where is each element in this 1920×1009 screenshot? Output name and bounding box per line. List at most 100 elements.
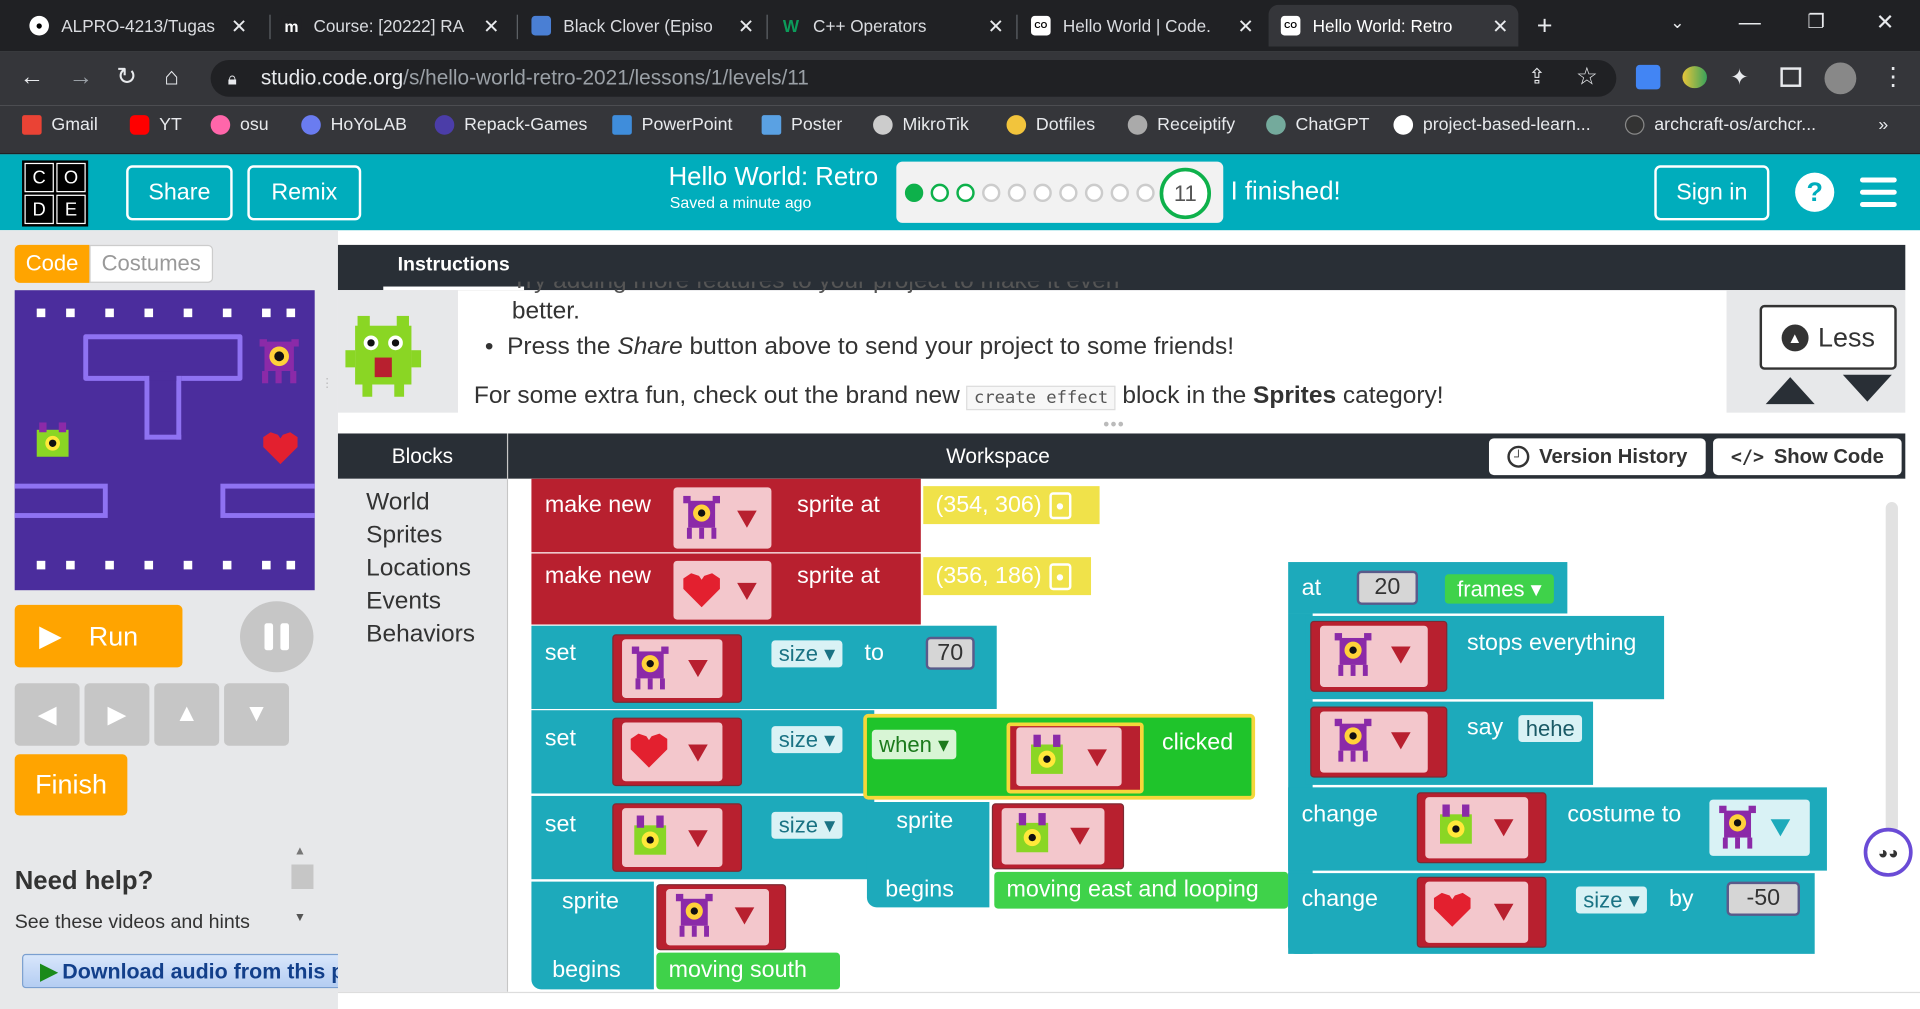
bookmark-receiptify[interactable]: Receiptify bbox=[1127, 115, 1235, 135]
level-bubble[interactable] bbox=[904, 183, 924, 203]
browser-tab[interactable]: ● ALPRO-4213/Tugas ✕ bbox=[17, 5, 257, 47]
url-text[interactable]: studio.code.org/s/hello-world-retro-2021… bbox=[261, 66, 809, 90]
location-pin-icon[interactable]: ● bbox=[1048, 491, 1071, 519]
location-value-block[interactable]: (356, 186) ● bbox=[923, 557, 1092, 596]
purple-alien-sprite[interactable] bbox=[255, 334, 304, 388]
close-tab-icon[interactable]: ✕ bbox=[1492, 15, 1508, 39]
close-tab-icon[interactable]: ✕ bbox=[1237, 15, 1253, 39]
workspace-scrollbar[interactable] bbox=[1885, 502, 1898, 833]
bookmark-chatgpt[interactable]: ChatGPT bbox=[1266, 115, 1370, 135]
scrollbar-thumb[interactable] bbox=[291, 864, 314, 889]
sign-in-button[interactable]: Sign in bbox=[1654, 165, 1770, 221]
level-bubble[interactable] bbox=[956, 183, 975, 203]
extensions-puzzle-icon[interactable]: ✦ bbox=[1730, 64, 1748, 91]
bookmark-repack-games[interactable]: Repack-Games bbox=[434, 115, 587, 135]
bookmark-gmail[interactable]: Gmail bbox=[22, 115, 98, 135]
frames-value-input[interactable]: 20 bbox=[1356, 570, 1418, 605]
scroll-up-icon[interactable]: ▲ bbox=[294, 845, 306, 858]
left-arrow-button[interactable]: ◀ bbox=[14, 683, 80, 746]
browser-tab[interactable]: Black Clover (Episo ✕ bbox=[519, 5, 764, 47]
scroll-up-arrow-icon[interactable] bbox=[1765, 377, 1815, 405]
bookmark-poster[interactable]: Poster bbox=[761, 115, 842, 135]
minimize-button[interactable]: — bbox=[1739, 10, 1761, 36]
version-history-button[interactable]: ┘ Version History bbox=[1488, 438, 1706, 476]
level-bubble[interactable] bbox=[1084, 183, 1104, 203]
current-level-bubble[interactable]: 11 bbox=[1159, 167, 1212, 220]
bookmark-powerpoint[interactable]: PowerPoint bbox=[612, 115, 732, 135]
size-change-value-input[interactable]: -50 bbox=[1726, 881, 1801, 916]
close-tab-icon[interactable]: ✕ bbox=[738, 15, 754, 39]
bookmark-dotfiles[interactable]: Dotfiles bbox=[1006, 115, 1095, 135]
bookmark-hoyolab[interactable]: HoYoLAB bbox=[301, 115, 407, 135]
bookmark-mikrotik[interactable]: MikroTik bbox=[873, 115, 969, 135]
size-property-dropdown[interactable]: size ▾ bbox=[771, 811, 843, 839]
level-bubble[interactable] bbox=[1007, 183, 1027, 203]
level-bubble[interactable] bbox=[930, 183, 949, 203]
instructions-resize-handle[interactable]: ••• bbox=[1103, 414, 1125, 434]
finish-button[interactable]: Finish bbox=[14, 754, 128, 816]
size-value-input[interactable]: 70 bbox=[925, 636, 975, 670]
bookmark-yt[interactable]: YT bbox=[129, 115, 182, 135]
tab-instructions[interactable]: Instructions bbox=[383, 245, 525, 291]
toolbox-category-world[interactable]: World bbox=[366, 489, 430, 517]
new-tab-button[interactable]: + bbox=[1537, 10, 1553, 42]
pause-button[interactable] bbox=[240, 601, 314, 673]
close-tab-icon[interactable]: ✕ bbox=[988, 15, 1004, 39]
share-page-icon[interactable]: ⇪ bbox=[1528, 64, 1545, 91]
reload-icon[interactable]: ↻ bbox=[116, 64, 137, 91]
toolbox-category-locations[interactable]: Locations bbox=[366, 555, 471, 583]
toolbox-category-behaviors[interactable]: Behaviors bbox=[366, 621, 475, 649]
i-finished-link[interactable]: I finished! bbox=[1231, 178, 1341, 207]
level-bubble[interactable] bbox=[1033, 183, 1052, 203]
level-bubble[interactable] bbox=[1136, 183, 1155, 203]
restore-button[interactable]: ❐ bbox=[1807, 10, 1825, 34]
show-code-button[interactable]: </> Show Code bbox=[1713, 438, 1902, 476]
behavior-moving-south[interactable]: moving south bbox=[656, 952, 841, 990]
game-stage[interactable] bbox=[14, 290, 315, 591]
less-button[interactable]: ▲ Less bbox=[1759, 304, 1897, 370]
browser-tab[interactable]: CO Hello World | Code. ✕ bbox=[1019, 5, 1264, 47]
location-pin-icon[interactable]: ● bbox=[1048, 562, 1071, 590]
close-window-button[interactable]: ✕ bbox=[1876, 10, 1894, 36]
behavior-moving-east-and-looping[interactable]: moving east and looping bbox=[994, 871, 1289, 909]
tab-costumes[interactable]: Costumes bbox=[89, 244, 214, 283]
size-property-dropdown[interactable]: size ▾ bbox=[771, 640, 843, 668]
down-arrow-button[interactable]: ▼ bbox=[224, 683, 289, 746]
level-bubble[interactable] bbox=[982, 183, 1001, 203]
help-icon[interactable]: ? bbox=[1795, 172, 1835, 212]
size-property-dropdown[interactable]: size ▾ bbox=[1575, 886, 1648, 914]
translate-extension-icon[interactable] bbox=[1635, 64, 1661, 90]
say-text-input[interactable]: hehe bbox=[1518, 715, 1583, 743]
home-icon[interactable]: ⌂ bbox=[164, 64, 179, 91]
level-bubble[interactable] bbox=[1110, 183, 1129, 203]
profile-avatar[interactable] bbox=[1824, 62, 1857, 95]
close-tab-icon[interactable]: ✕ bbox=[231, 15, 247, 39]
toolbox-category-sprites[interactable]: Sprites bbox=[366, 522, 442, 550]
run-button[interactable]: ▶ Run bbox=[14, 604, 183, 668]
green-alien-sprite[interactable] bbox=[32, 420, 74, 462]
browser-menu-icon[interactable]: ⋮ bbox=[1881, 64, 1905, 91]
bookmark-star-icon[interactable]: ☆ bbox=[1576, 64, 1598, 91]
up-arrow-button[interactable]: ▲ bbox=[154, 683, 220, 746]
scroll-down-icon[interactable]: ▼ bbox=[294, 911, 306, 924]
browser-tab[interactable]: W C++ Operators ✕ bbox=[769, 5, 1014, 47]
location-value-block[interactable]: (354, 306) ● bbox=[923, 486, 1100, 525]
tab-search-icon[interactable]: ⌄ bbox=[1670, 12, 1684, 33]
heart-sprite[interactable] bbox=[260, 430, 302, 467]
forward-icon[interactable]: → bbox=[69, 64, 93, 91]
close-tab-icon[interactable]: ✕ bbox=[483, 15, 499, 39]
back-icon[interactable]: ← bbox=[20, 64, 44, 91]
browser-tab-active[interactable]: CO Hello World: Retro ✕ bbox=[1268, 4, 1519, 47]
right-arrow-button[interactable]: ▶ bbox=[84, 683, 150, 746]
resize-handle[interactable]: ⋮ bbox=[321, 378, 333, 409]
share-button[interactable]: Share bbox=[126, 165, 233, 221]
side-panel-icon[interactable] bbox=[1780, 67, 1802, 87]
lock-icon[interactable]: 🔒︎ bbox=[228, 69, 237, 90]
remix-button[interactable]: Remix bbox=[247, 165, 362, 221]
bookmark-osu[interactable]: osu bbox=[210, 115, 269, 135]
bookmarks-overflow-button[interactable]: » bbox=[1878, 115, 1888, 135]
frames-dropdown[interactable]: frames ▾ bbox=[1444, 574, 1554, 604]
bookmark-archcraft[interactable]: archcraft-os/archcr... bbox=[1624, 115, 1816, 135]
size-property-dropdown[interactable]: size ▾ bbox=[771, 726, 843, 754]
browser-tab[interactable]: m Course: [20222] RA ✕ bbox=[269, 5, 509, 47]
